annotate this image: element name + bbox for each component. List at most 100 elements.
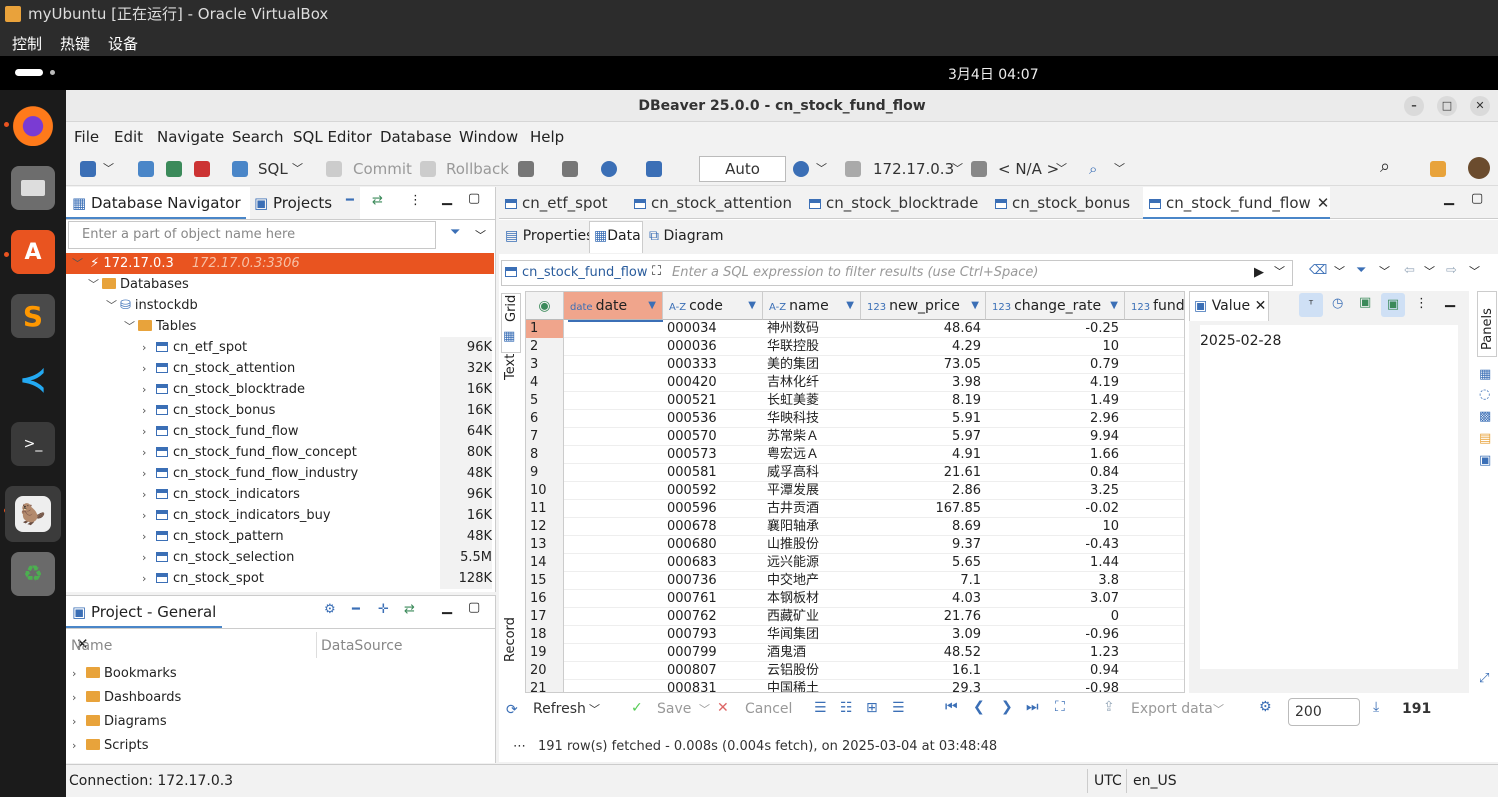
copy-row-icon[interactable]: ⊞ — [866, 700, 878, 716]
tab-cn-etf-spot[interactable]: cn_etf_spot — [505, 187, 608, 219]
perspective-icon[interactable] — [1430, 161, 1446, 177]
cell-change-rate[interactable]: -0.43 — [986, 536, 1119, 554]
forward-icon[interactable]: ⇨ — [1446, 263, 1457, 278]
sort-icon[interactable]: ▼ — [648, 292, 656, 320]
trash-icon[interactable]: ♻ — [11, 552, 55, 596]
cell-change-rate[interactable]: 2.96 — [986, 410, 1119, 428]
new-connection-icon[interactable] — [80, 161, 96, 177]
row-number[interactable]: 14 — [526, 554, 564, 572]
chevron-right-icon[interactable]: › — [142, 379, 156, 400]
add-icon[interactable]: ✛ — [378, 602, 389, 617]
cell-code[interactable]: 000762 — [667, 608, 762, 626]
project-item-diagrams[interactable]: › Diagrams — [66, 711, 494, 732]
menu-search[interactable]: Search — [232, 128, 284, 146]
cell-change-rate[interactable]: 1.44 — [986, 554, 1119, 572]
fetch-next-icon[interactable]: ⤓ — [1373, 699, 1379, 715]
auto-apply-icon[interactable]: ▣ — [1381, 293, 1405, 317]
cell-new-price[interactable]: 3.98 — [861, 374, 981, 392]
tab-project-general[interactable]: ▣ Project - General ✕ — [66, 596, 222, 653]
cell-new-price[interactable]: 167.85 — [861, 500, 982, 518]
vscode-icon[interactable]: ≺ — [11, 358, 55, 402]
cell-new-price[interactable]: 7.1 — [861, 572, 981, 590]
maximize-button[interactable]: □ — [1437, 96, 1457, 116]
chevron-down-icon[interactable]: ﹀ — [1379, 263, 1390, 279]
cell-change-rate[interactable]: 0.79 — [986, 356, 1119, 374]
cell-new-price[interactable]: 5.65 — [861, 554, 981, 572]
cell-name[interactable]: 古井贡酒 — [767, 500, 860, 518]
active-schema-select[interactable]: < N/A > — [998, 160, 1059, 178]
back-icon[interactable]: ⇦ — [1404, 263, 1415, 278]
row-number[interactable]: 16 — [526, 590, 564, 608]
cell-new-price[interactable]: 8.69 — [861, 518, 981, 536]
row-number[interactable]: 13 — [526, 536, 564, 554]
results-grid[interactable]: ◉ date date ▼ A-Z code ▼ A-Z name ▼ 123 new_price ▼… — [525, 291, 1185, 693]
tree-table-cn-stock-fund-flow[interactable]: › cn_stock_fund_flow 64K — [66, 421, 494, 442]
chevron-down-icon[interactable]: ﹀ — [72, 253, 86, 274]
cell-change-rate[interactable]: 0.84 — [986, 464, 1119, 482]
chevron-down-icon[interactable]: ﹀ — [1424, 263, 1435, 279]
tree-table-cn-stock-blocktrade[interactable]: › cn_stock_blocktrade 16K — [66, 379, 494, 400]
view-menu-icon[interactable]: ⋮ — [409, 193, 422, 208]
tools-icon[interactable] — [646, 161, 662, 177]
cell-code[interactable]: 000678 — [667, 518, 762, 536]
vbox-menu-hotkeys[interactable]: 热键 — [60, 33, 90, 54]
reconnect-icon[interactable] — [166, 161, 182, 177]
tab-cn-stock-fund-flow[interactable]: cn_stock_fund_flow ✕ — [1143, 187, 1330, 219]
tree-table-cn-stock-bonus[interactable]: › cn_stock_bonus 16K — [66, 400, 494, 421]
chevron-right-icon[interactable]: › — [142, 337, 156, 358]
cell-code[interactable]: 000799 — [667, 644, 762, 662]
cell-new-price[interactable]: 21.61 — [861, 464, 981, 482]
table-row[interactable]: 202025-02-28 GM000807云铝股份16.10.94 — [526, 662, 1184, 680]
row-count[interactable]: 191 — [1402, 701, 1431, 717]
table-row[interactable]: 122025-02-28 GM000678襄阳轴承8.6910 — [526, 518, 1184, 536]
vbox-menu-devices[interactable]: 设备 — [108, 33, 138, 54]
cell-code[interactable]: 000581 — [667, 464, 762, 482]
minimize-icon[interactable]: ▁ — [1444, 191, 1454, 206]
sql-button[interactable]: SQL — [258, 160, 288, 178]
delete-row-icon[interactable]: ☰ — [892, 700, 905, 716]
chevron-down-icon[interactable]: ﹀ — [1334, 263, 1345, 279]
cell-code[interactable]: 000333 — [667, 356, 762, 374]
terminal-icon[interactable]: >_ — [11, 422, 55, 466]
workspace-indicator[interactable] — [15, 69, 43, 76]
chevron-down-icon[interactable]: ﹀ — [1469, 263, 1480, 279]
row-number[interactable]: 21 — [526, 680, 564, 692]
sort-icon[interactable]: ▼ — [971, 292, 979, 320]
tree-database[interactable]: ﹀ ⛁ instockdb — [66, 295, 494, 316]
table-row[interactable]: 182025-02-28 GM000793华闻集团3.09-0.96 — [526, 626, 1184, 644]
firefox-icon[interactable] — [11, 102, 55, 146]
link-icon[interactable]: ⇄ — [404, 602, 415, 617]
chevron-right-icon[interactable]: › — [142, 526, 156, 547]
row-number[interactable]: 1 — [526, 320, 564, 338]
tab-diagram[interactable]: ⧉ Diagram — [649, 228, 724, 244]
chevron-right-icon[interactable]: › — [142, 421, 156, 442]
tab-grid[interactable]: Grid — [501, 293, 521, 353]
cell-name[interactable]: 云铝股份 — [767, 662, 860, 680]
minimize-icon[interactable]: ▁ — [442, 191, 452, 206]
cell-code[interactable]: 000573 — [667, 446, 762, 464]
column-header-code[interactable]: A-Z code ▼ — [663, 292, 763, 320]
filter-input[interactable]: Enter a SQL expression to filter results… — [672, 265, 1038, 280]
cell-name[interactable]: 华闻集团 — [767, 626, 860, 644]
cell-name[interactable]: 平潭发展 — [767, 482, 860, 500]
row-number[interactable]: 20 — [526, 662, 564, 680]
chevron-down-icon[interactable]: ﹀ — [106, 295, 120, 316]
tree-table-cn-etf-spot[interactable]: › cn_etf_spot 96K — [66, 337, 494, 358]
gear-icon[interactable]: ⚙ — [324, 602, 336, 617]
minimize-button[interactable]: – — [1404, 96, 1424, 116]
column-header-change-rate[interactable]: 123 change_rate ▼ — [986, 292, 1125, 320]
cell-new-price[interactable]: 8.19 — [861, 392, 981, 410]
tree-table-cn-stock-fund-flow-concept[interactable]: › cn_stock_fund_flow_concept 80K — [66, 442, 494, 463]
tab-cn-stock-blocktrade[interactable]: cn_stock_blocktrade — [809, 187, 978, 219]
row-number[interactable]: 8 — [526, 446, 564, 464]
chevron-down-icon[interactable]: ﹀ — [589, 701, 600, 717]
collapse-all-icon[interactable]: ━ — [346, 193, 354, 208]
next-page-icon[interactable]: ❯ — [1001, 699, 1013, 715]
column-name[interactable]: Name — [71, 638, 112, 654]
tree-table-cn-stock-spot[interactable]: › cn_stock_spot 128K — [66, 568, 494, 589]
eraser-icon[interactable]: ⌫ — [1309, 263, 1327, 278]
menu-navigate[interactable]: Navigate — [157, 128, 224, 146]
cell-change-rate[interactable]: 3.25 — [986, 482, 1119, 500]
row-number[interactable]: 19 — [526, 644, 564, 662]
cell-change-rate[interactable]: 4.19 — [986, 374, 1119, 392]
